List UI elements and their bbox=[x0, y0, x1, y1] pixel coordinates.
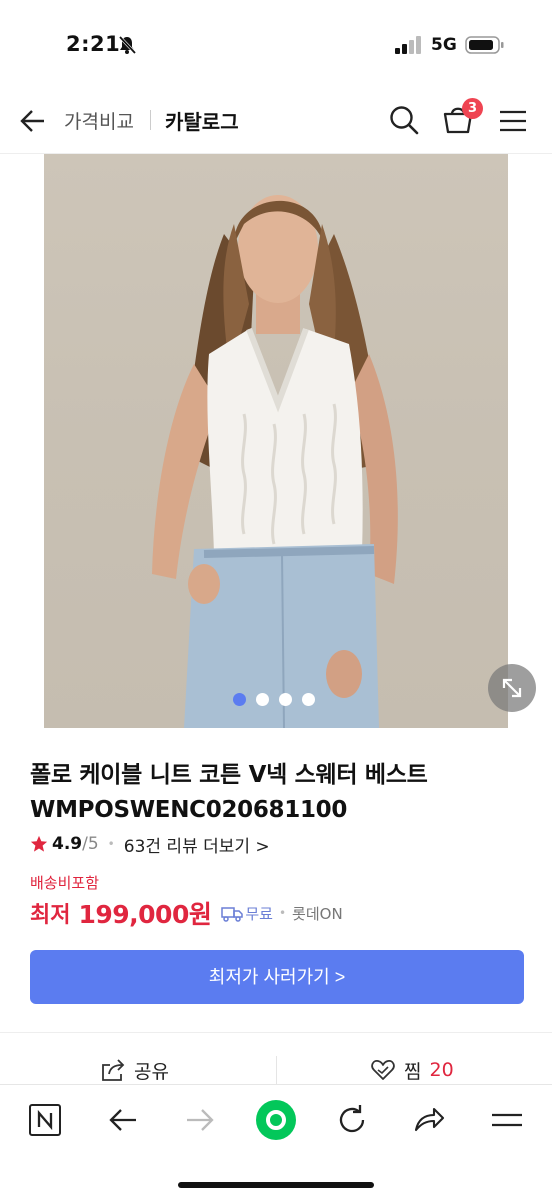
truck-icon bbox=[221, 907, 244, 922]
pager-dot[interactable] bbox=[256, 693, 269, 706]
browser-toolbar bbox=[0, 1084, 552, 1200]
section-divider bbox=[0, 1032, 552, 1033]
image-pager bbox=[233, 693, 315, 707]
search-icon[interactable] bbox=[388, 104, 420, 136]
shipping-included-label: 배송비포함 bbox=[30, 874, 100, 892]
heart-icon bbox=[371, 1060, 395, 1080]
menu-lines-icon[interactable] bbox=[490, 1103, 524, 1137]
seller-name: 롯데ON bbox=[292, 904, 343, 923]
hamburger-menu-icon[interactable] bbox=[498, 106, 528, 136]
share-arrow-icon[interactable] bbox=[412, 1103, 446, 1137]
rating-value: 4.9 bbox=[52, 834, 83, 854]
star-icon bbox=[30, 835, 48, 852]
status-bar: 2:21 5G bbox=[0, 0, 552, 90]
green-home-icon[interactable] bbox=[255, 1099, 297, 1141]
expand-icon bbox=[502, 678, 522, 698]
zoom-button[interactable] bbox=[488, 664, 536, 712]
dot-separator: • bbox=[278, 906, 287, 920]
wish-label: 찜 bbox=[404, 1060, 422, 1083]
pager-dot[interactable] bbox=[302, 693, 315, 706]
top-navigation: 가격비교 카탈로그 3 bbox=[0, 90, 552, 154]
rating-max: /5 bbox=[82, 834, 99, 854]
dot-separator: • bbox=[107, 837, 115, 851]
back-arrow-icon[interactable] bbox=[106, 1103, 140, 1137]
price-prefix: 최저 bbox=[30, 903, 71, 928]
pager-dot[interactable] bbox=[233, 693, 246, 706]
signal-icon bbox=[395, 36, 421, 54]
rating-row: 4.9 /5 • 63건 리뷰 더보기 > bbox=[30, 831, 270, 857]
home-indicator[interactable] bbox=[178, 1182, 374, 1188]
page-title: 카탈로그 bbox=[165, 110, 239, 134]
review-link[interactable]: 63건 리뷰 더보기 > bbox=[124, 832, 270, 857]
share-label: 공유 bbox=[134, 1060, 169, 1083]
refresh-icon[interactable] bbox=[335, 1103, 369, 1137]
network-type: 5G bbox=[431, 35, 457, 55]
forward-arrow-icon[interactable] bbox=[183, 1103, 217, 1137]
product-title: 폴로 케이블 니트 코튼 V넥 스웨터 베스트 WMPOSWENC0206811… bbox=[30, 762, 428, 823]
cart-count-badge: 3 bbox=[462, 98, 483, 119]
bell-muted-icon bbox=[118, 35, 137, 55]
share-icon bbox=[102, 1059, 125, 1081]
pager-dot[interactable] bbox=[279, 693, 292, 706]
header-divider bbox=[150, 110, 151, 130]
battery-icon bbox=[465, 36, 504, 54]
buy-lowest-price-button[interactable]: 최저가 사러가기 > bbox=[30, 950, 524, 1004]
status-time: 2:21 bbox=[66, 32, 121, 56]
naver-home-icon[interactable] bbox=[28, 1103, 62, 1137]
price-row: 최저 199,000원 무료 • 롯데ON bbox=[30, 893, 343, 933]
action-divider bbox=[276, 1056, 277, 1084]
lowest-price: 199,000원 bbox=[78, 900, 212, 929]
wishlist-button[interactable]: 찜 20 bbox=[370, 1056, 454, 1084]
product-photo-illustration bbox=[152, 195, 398, 728]
back-arrow-icon[interactable] bbox=[18, 106, 48, 136]
price-compare-link[interactable]: 가격비교 bbox=[64, 107, 134, 134]
share-button[interactable]: 공유 bbox=[100, 1056, 169, 1084]
delivery-fee: 무료 bbox=[245, 904, 273, 923]
wish-count: 20 bbox=[429, 1059, 454, 1081]
product-image[interactable] bbox=[44, 154, 508, 728]
